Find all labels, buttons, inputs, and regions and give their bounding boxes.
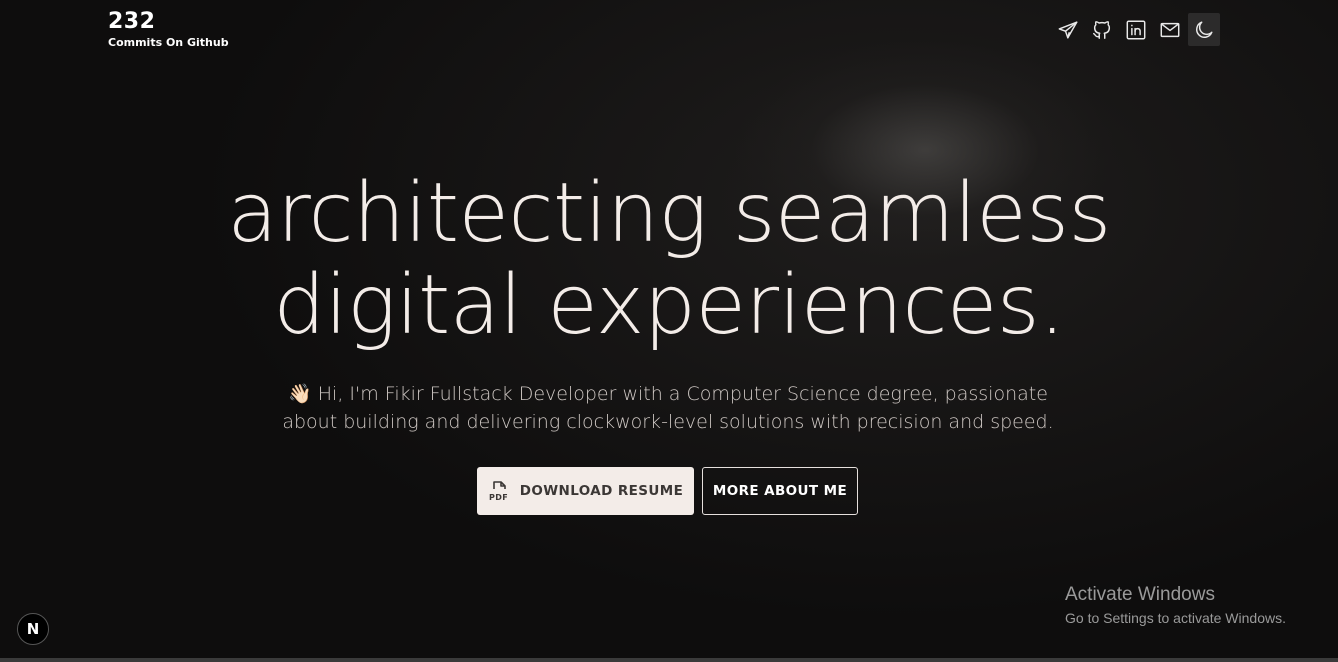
download-resume-label: DOWNLOAD RESUME [519, 483, 684, 499]
commit-count: 232 [108, 9, 156, 34]
github-icon [1093, 20, 1111, 39]
nextjs-letter: N [26, 620, 40, 638]
theme-toggle-button[interactable] [1188, 13, 1220, 46]
linkedin-link[interactable] [1120, 13, 1152, 46]
svg-text:PDF: PDF [489, 493, 508, 502]
commit-label: Commits On Github [108, 36, 229, 49]
download-resume-button[interactable]: PDF DOWNLOAD RESUME [477, 467, 694, 515]
wave-emoji: 👋🏻 [288, 383, 312, 405]
nextjs-dev-badge[interactable]: N [17, 613, 49, 645]
telegram-link[interactable] [1052, 13, 1084, 46]
activate-windows-title: Activate Windows [1065, 584, 1215, 605]
intro-text: Hi, I'm Fikir Fullstack Developer with a… [282, 383, 1054, 433]
portfolio-page: 232 Commits On Github architecting seaml… [0, 0, 1338, 662]
more-about-me-label: MORE ABOUT ME [712, 483, 848, 499]
linkedin-icon [1126, 20, 1146, 39]
hero-headline: architecting seamless digital experience… [0, 168, 1338, 352]
github-link[interactable] [1086, 13, 1118, 46]
hero-intro: 👋🏻 Hi, I'm Fikir Fullstack Developer with… [280, 380, 1056, 436]
github-commits-counter: 232 Commits On Github [108, 8, 229, 50]
bottom-divider [0, 658, 1338, 662]
activate-windows-subtitle: Go to Settings to activate Windows. [1065, 610, 1286, 626]
activate-windows-watermark: Activate Windows Go to Settings to activ… [1065, 584, 1286, 630]
mail-icon [1160, 22, 1180, 37]
headline-line-2: digital experiences. [273, 258, 1065, 353]
more-about-me-button[interactable]: MORE ABOUT ME [702, 467, 858, 515]
moon-icon [1196, 20, 1213, 38]
social-links [1052, 13, 1220, 46]
telegram-icon [1058, 20, 1078, 39]
email-link[interactable] [1154, 13, 1186, 46]
headline-line-1: architecting seamless [227, 166, 1111, 261]
pdf-file-icon: PDF [489, 481, 508, 502]
hero-buttons: PDF DOWNLOAD RESUME MORE ABOUT ME [477, 467, 858, 515]
